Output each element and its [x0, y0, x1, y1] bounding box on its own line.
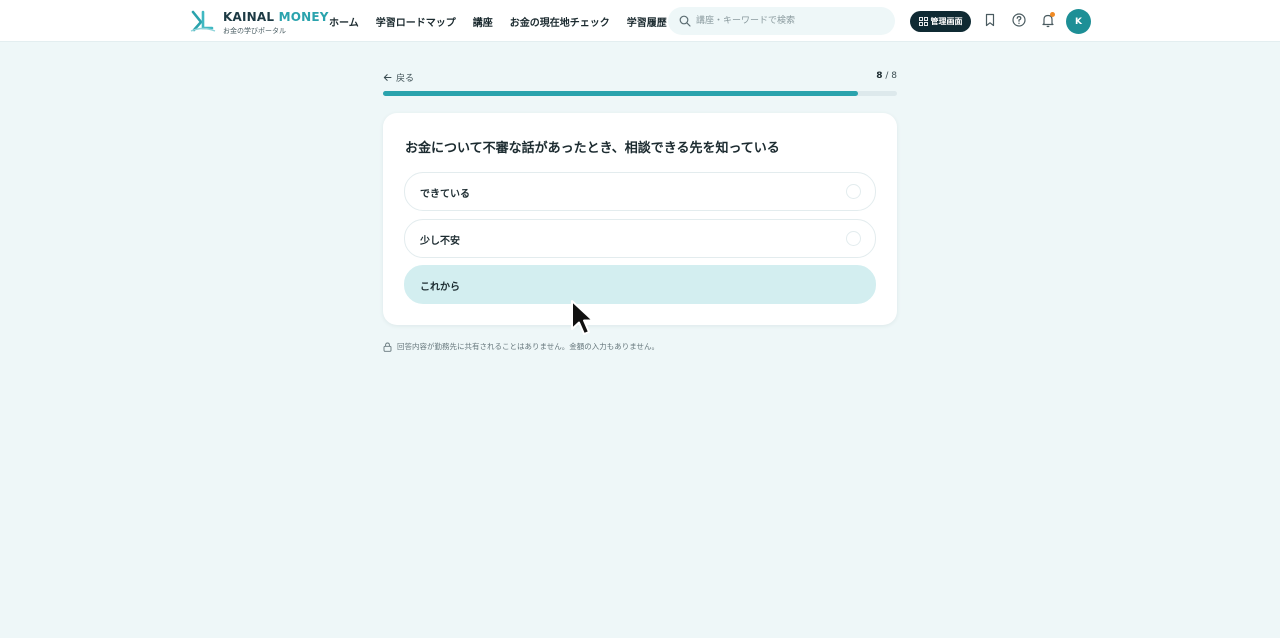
bookmark-icon — [985, 13, 995, 27]
nav-item-courses[interactable]: 講座 — [473, 14, 493, 29]
logo-mark-icon — [190, 10, 216, 32]
help-icon — [1012, 13, 1026, 27]
logo[interactable]: KAINAL MONEY お金の学びポータル — [190, 9, 329, 37]
notification-badge — [1050, 12, 1055, 17]
admin-button[interactable]: 管理画面 — [910, 11, 971, 32]
logo-title: KAINAL MONEY — [223, 10, 329, 24]
search-input[interactable] — [696, 13, 886, 29]
privacy-note: 回答内容が勤務先に共有されることはありません。金額の入力もありません。 — [383, 341, 659, 352]
bookmark-button[interactable] — [982, 12, 998, 28]
answer-option-label: これから — [420, 282, 460, 293]
answer-option-label: できている — [420, 189, 470, 200]
question-text: お金について不審な話があったとき、相談できる先を知っている — [405, 141, 780, 156]
progress-bar — [383, 91, 897, 96]
nav-item-history[interactable]: 学習履歴 — [627, 14, 667, 29]
answer-option[interactable]: できている — [404, 172, 876, 211]
progress-bar-fill — [383, 91, 859, 96]
back-link-label: 戻る — [396, 74, 415, 84]
search-box[interactable] — [668, 7, 895, 35]
nav-item-home[interactable]: ホーム — [329, 14, 359, 29]
arrow-left-icon — [383, 74, 392, 81]
answer-option[interactable]: 少し不安 — [404, 219, 876, 258]
help-button[interactable] — [1011, 12, 1027, 28]
top-header: KAINAL MONEY お金の学びポータル ホーム 学習ロードマップ 講座 お… — [0, 0, 1280, 42]
privacy-note-text: 回答内容が勤務先に共有されることはありません。金額の入力もありません。 — [397, 342, 660, 351]
search-icon — [679, 15, 691, 27]
logo-title-primary: KAINAL — [223, 10, 275, 24]
logo-subtitle: お金の学びポータル — [223, 27, 286, 35]
radio-icon — [846, 184, 861, 199]
counter-separator: / — [882, 71, 892, 81]
avatar[interactable]: K — [1066, 9, 1091, 34]
counter-total: 8 — [891, 71, 897, 81]
lock-icon — [383, 342, 392, 352]
back-link[interactable]: 戻る — [383, 71, 414, 84]
nav-item-money-check[interactable]: お金の現在地チェック — [510, 14, 610, 29]
notification-button[interactable] — [1040, 12, 1056, 28]
logo-title-accent: MONEY — [278, 10, 329, 24]
admin-button-label: 管理画面 — [930, 17, 963, 26]
grid-icon — [918, 17, 928, 26]
main-nav: ホーム 学習ロードマップ 講座 お金の現在地チェック 学習履歴 — [329, 14, 684, 29]
answer-option-label: 少し不安 — [420, 236, 460, 247]
radio-icon — [846, 231, 861, 246]
nav-item-roadmap[interactable]: 学習ロードマップ — [376, 14, 456, 29]
question-card: お金について不審な話があったとき、相談できる先を知っている できている 少し不安… — [383, 113, 897, 325]
question-counter: 8 / 8 — [876, 71, 897, 81]
answer-option[interactable]: これから — [404, 265, 876, 304]
